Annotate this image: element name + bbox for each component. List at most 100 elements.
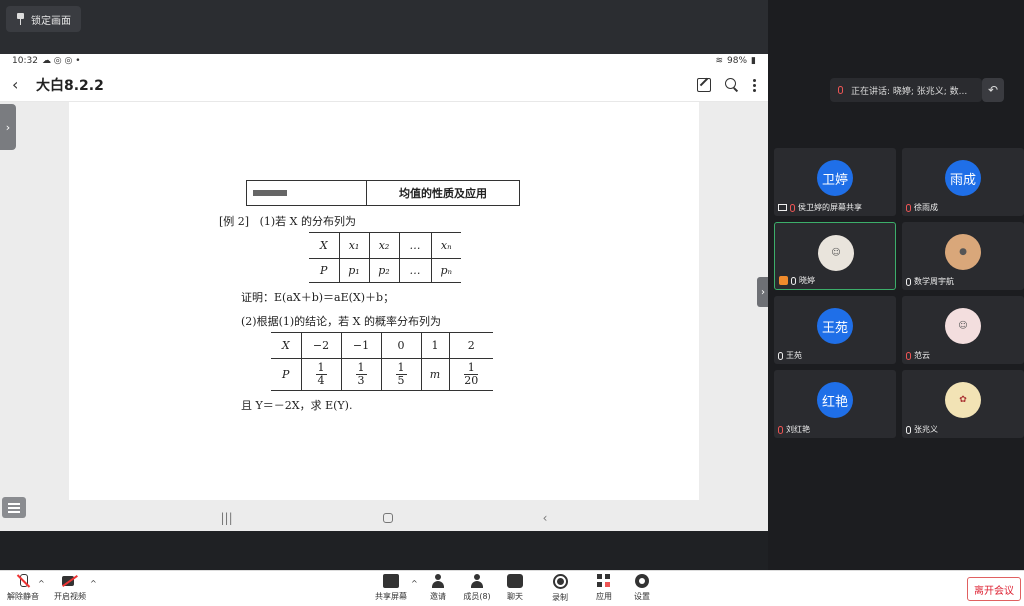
participant-tile[interactable]: ✿ 张兆义 [902, 370, 1024, 438]
members-button[interactable]: 成员(8) [457, 574, 497, 602]
table-cell: pₙ [430, 258, 461, 283]
table-cell: 15 [380, 358, 421, 391]
home-icon[interactable] [382, 512, 393, 523]
chat-button[interactable]: 聊天 [495, 574, 535, 602]
mic-icon [791, 276, 796, 285]
battery-level: 98% [727, 56, 748, 66]
question-1-text: (1)若 X 的分布列为 [259, 215, 356, 228]
mic-icon [906, 425, 911, 434]
table-cell: X [309, 232, 339, 259]
user-icon [779, 276, 788, 285]
table-cell: 0 [380, 332, 421, 359]
table-cell: 13 [340, 358, 381, 391]
status-time: 10:32 [12, 56, 38, 66]
table-cell: 1 [420, 332, 449, 359]
leave-meeting-button[interactable]: 离开会议 [967, 577, 1021, 601]
apps-label: 应用 [596, 592, 612, 601]
participant-tile[interactable]: 雨成 徐雨成 [902, 148, 1024, 216]
question-2-text: (2)根据(1)的结论，若 X 的概率分布列为 [241, 315, 441, 328]
tablet-status-bar: 10:32 ☁ ◎ ◎ • ≋ 98% ▮ [0, 54, 768, 68]
participant-name: 数学周宇航 [914, 277, 954, 286]
participant-tile[interactable]: 红艳 刘红艳 [774, 370, 896, 438]
top-bar: 锁定画面 [0, 0, 768, 54]
table-cell: m [420, 358, 449, 391]
fraction: 1 20 [464, 361, 479, 387]
mic-icon [906, 277, 911, 286]
example-line: [例 2] (1)若 X 的分布列为 [219, 213, 356, 229]
lock-screen-label: 锁定画面 [31, 15, 71, 27]
mic-muted-icon [778, 425, 783, 434]
wifi-icon: ≋ [715, 56, 724, 66]
participant-tile[interactable]: ● 数学周宇航 [902, 222, 1024, 290]
battery-icon: ▮ [751, 56, 756, 66]
record-label: 录制 [552, 593, 568, 602]
participant-name: 范云 [914, 351, 930, 360]
avatar-photo: ☺ [818, 235, 854, 271]
fraction: 14 [315, 361, 327, 387]
table-cell: p₂ [368, 258, 399, 283]
members-icon [469, 574, 485, 588]
mic-off-icon [15, 574, 31, 588]
participant-name: 王苑 [786, 351, 802, 360]
chat-label: 聊天 [507, 592, 523, 601]
notification-icons: ☁ ◎ ◎ • [41, 56, 81, 66]
more-options-icon[interactable] [753, 78, 756, 92]
participant-name: 徐雨成 [914, 203, 938, 212]
table-row: P 14 13 15 m 1 20 [271, 358, 493, 391]
chat-icon [507, 574, 523, 588]
participant-name: 张兆义 [914, 425, 938, 434]
edit-icon[interactable] [697, 77, 711, 92]
shared-screen: 10:32 ☁ ◎ ◎ • ≋ 98% ▮ ‹ 大白8.2.2 › 均值的性质及… [0, 54, 768, 531]
avatar-photo: ☺ [945, 308, 981, 344]
left-drawer-handle[interactable]: › [0, 104, 16, 150]
invite-button[interactable]: 邀请 [418, 574, 458, 602]
members-label: 成员(8) [463, 592, 491, 601]
share-screen-label: 共享屏幕 [375, 592, 407, 601]
invite-label: 邀请 [430, 592, 446, 601]
example-label: [例 2] [219, 215, 250, 228]
distribution-table-1: X x₁ x₂ … xₙ P p₁ p₂ … pₙ [309, 232, 461, 283]
record-icon [552, 574, 568, 589]
table-cell: 2 [448, 332, 493, 359]
share-options-caret[interactable]: ^ [411, 579, 418, 588]
section-title: 均值的性质及应用 [399, 187, 487, 200]
avatar-photo: ✿ [945, 382, 981, 418]
table-cell: X [271, 332, 301, 359]
screen-share-icon [778, 204, 787, 211]
unmute-button[interactable]: 解除静音 [3, 574, 43, 602]
recents-icon[interactable]: ||| [221, 511, 233, 525]
camera-off-icon [62, 574, 78, 588]
table-cell: … [398, 232, 431, 259]
final-question-text: 且 Y＝－2X，求 E(Y). [241, 399, 353, 412]
participant-tile[interactable]: ☺ 范云 [902, 296, 1024, 364]
start-video-button[interactable]: 开启视频 [50, 574, 90, 602]
fraction: 13 [355, 361, 367, 387]
participant-tile[interactable]: 王苑 王苑 [774, 296, 896, 364]
lock-screen-button[interactable]: 锁定画面 [6, 6, 81, 32]
mic-muted-icon [906, 203, 911, 212]
back-arrow-icon[interactable]: ‹ [12, 76, 26, 92]
collapse-icon[interactable]: ↶ [982, 78, 1004, 102]
record-button[interactable]: 录制 [540, 574, 580, 603]
table-row: X −2 −1 0 1 2 [271, 332, 493, 359]
table-cell: P [309, 258, 339, 283]
table-cell: x₂ [368, 232, 399, 259]
audio-options-caret[interactable]: ^ [38, 579, 45, 588]
start-video-label: 开启视频 [54, 592, 86, 601]
settings-button[interactable]: 设置 [622, 574, 662, 602]
participant-name: 刘红艳 [786, 425, 810, 434]
search-icon[interactable] [725, 77, 739, 92]
section-header-box: 均值的性质及应用 [246, 180, 520, 206]
table-cell: 1 20 [448, 358, 493, 391]
participant-tile[interactable]: 卫婷 侯卫婷的屏幕共享 [774, 148, 896, 216]
apps-button[interactable]: 应用 [584, 574, 624, 602]
back-icon[interactable]: ‹ [543, 511, 548, 525]
mic-icon [838, 86, 843, 94]
video-options-caret[interactable]: ^ [90, 579, 97, 588]
invite-icon [430, 574, 446, 588]
speaking-text: 正在讲话: 晓婷; 张兆义; 数... [851, 86, 968, 97]
apps-icon [596, 574, 612, 588]
participant-tile-active[interactable]: ☺ 晓婷 [774, 222, 896, 290]
table-cell: 14 [300, 358, 341, 391]
share-screen-button[interactable]: 共享屏幕 [371, 574, 411, 602]
